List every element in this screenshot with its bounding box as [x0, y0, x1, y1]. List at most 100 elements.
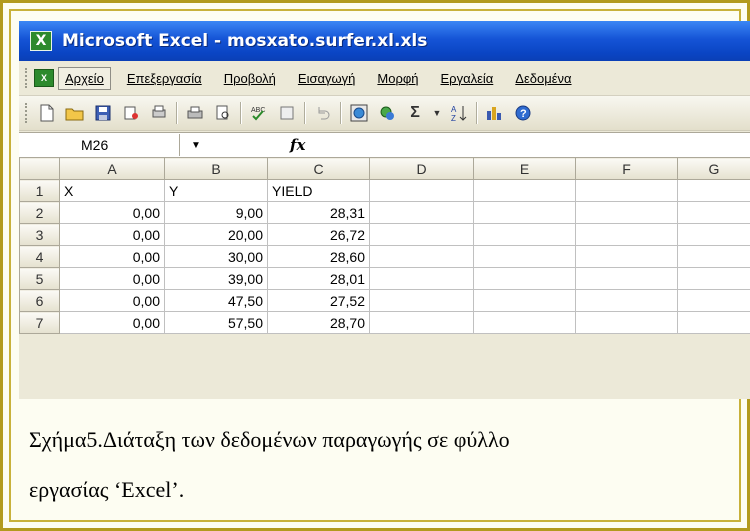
menu-data[interactable]: Δεδομένα: [509, 68, 577, 89]
chevron-down-icon[interactable]: ▼: [432, 102, 442, 124]
cell[interactable]: [677, 311, 750, 334]
cell[interactable]: 20,00: [164, 223, 268, 246]
column-header[interactable]: F: [575, 157, 678, 180]
column-header[interactable]: E: [473, 157, 576, 180]
cell[interactable]: 26,72: [267, 223, 370, 246]
print-preview-icon[interactable]: [148, 102, 170, 124]
cell[interactable]: [473, 289, 576, 312]
autosum-icon[interactable]: Σ: [404, 102, 426, 124]
cell[interactable]: 0,00: [59, 289, 165, 312]
row-header[interactable]: 1: [19, 179, 60, 202]
new-icon[interactable]: [36, 102, 58, 124]
undo-icon[interactable]: [312, 102, 334, 124]
cell[interactable]: 28,31: [267, 201, 370, 224]
row-header[interactable]: 7: [19, 311, 60, 334]
cell[interactable]: X: [59, 179, 165, 202]
cell[interactable]: [369, 245, 474, 268]
name-box[interactable]: M26 ▼: [19, 134, 201, 156]
column-header[interactable]: D: [369, 157, 474, 180]
cell[interactable]: [575, 267, 678, 290]
cell[interactable]: 28,70: [267, 311, 370, 334]
chevron-down-icon[interactable]: ▼: [191, 140, 201, 151]
hyperlink-icon[interactable]: [348, 102, 370, 124]
figure-caption: Σχήμα5.Διάταξη των δεδομένων παραγωγής σ…: [29, 415, 744, 515]
fx-icon[interactable]: fx: [290, 136, 305, 154]
menu-insert[interactable]: Εισαγωγή: [292, 68, 361, 89]
cell[interactable]: [369, 311, 474, 334]
cell[interactable]: 0,00: [59, 223, 165, 246]
window-title: Microsoft Excel - mosxato.surfer.xl.xls: [62, 31, 428, 51]
cell[interactable]: 0,00: [59, 245, 165, 268]
permission-icon[interactable]: [120, 102, 142, 124]
spelling-icon[interactable]: ABC: [248, 102, 270, 124]
cell[interactable]: [369, 267, 474, 290]
cell[interactable]: [575, 179, 678, 202]
cell[interactable]: [677, 201, 750, 224]
cell[interactable]: Y: [164, 179, 268, 202]
toolbar-grip[interactable]: [25, 103, 30, 123]
row-header[interactable]: 6: [19, 289, 60, 312]
preview-icon[interactable]: [212, 102, 234, 124]
cell[interactable]: [473, 267, 576, 290]
menu-view[interactable]: Προβολή: [218, 68, 282, 89]
print-icon[interactable]: [184, 102, 206, 124]
sort-icon[interactable]: AZ: [448, 102, 470, 124]
column-header[interactable]: C: [267, 157, 370, 180]
menu-edit[interactable]: Επεξεργασία: [121, 68, 208, 89]
cell[interactable]: [575, 201, 678, 224]
cell[interactable]: [677, 267, 750, 290]
cell[interactable]: 28,60: [267, 245, 370, 268]
cell[interactable]: 0,00: [59, 311, 165, 334]
table-row: 4 0,00 30,00 28,60: [19, 245, 750, 268]
cell[interactable]: [575, 311, 678, 334]
row-header[interactable]: 2: [19, 201, 60, 224]
cell[interactable]: [677, 179, 750, 202]
caption-line-1: Σχήμα5.Διάταξη των δεδομένων παραγωγής σ…: [29, 427, 510, 452]
menu-tools[interactable]: Εργαλεία: [435, 68, 500, 89]
workbook-icon[interactable]: X: [34, 69, 54, 87]
cell[interactable]: [575, 289, 678, 312]
cell[interactable]: 0,00: [59, 267, 165, 290]
cell[interactable]: 28,01: [267, 267, 370, 290]
cell[interactable]: YIELD: [267, 179, 370, 202]
cell[interactable]: 0,00: [59, 201, 165, 224]
cell[interactable]: [473, 245, 576, 268]
cell[interactable]: [369, 179, 474, 202]
row-header[interactable]: 4: [19, 245, 60, 268]
row-header[interactable]: 3: [19, 223, 60, 246]
save-icon[interactable]: [92, 102, 114, 124]
cell[interactable]: [575, 223, 678, 246]
cell[interactable]: [473, 179, 576, 202]
cell[interactable]: 30,00: [164, 245, 268, 268]
cell[interactable]: 47,50: [164, 289, 268, 312]
cell[interactable]: [473, 311, 576, 334]
cell[interactable]: 39,00: [164, 267, 268, 290]
cell[interactable]: 57,50: [164, 311, 268, 334]
menu-file[interactable]: Αρχείο: [58, 66, 111, 90]
toolbar-grip[interactable]: [25, 68, 30, 88]
chart-icon[interactable]: [484, 102, 506, 124]
open-icon[interactable]: [64, 102, 86, 124]
table-row: 6 0,00 47,50 27,52: [19, 289, 750, 312]
column-header[interactable]: G: [677, 157, 750, 180]
cell[interactable]: 9,00: [164, 201, 268, 224]
menu-format[interactable]: Μορφή: [371, 68, 424, 89]
cell[interactable]: [369, 289, 474, 312]
research-icon[interactable]: [276, 102, 298, 124]
cell[interactable]: [677, 223, 750, 246]
cell[interactable]: [369, 223, 474, 246]
cell[interactable]: [677, 245, 750, 268]
cell[interactable]: [473, 223, 576, 246]
select-all-corner[interactable]: [19, 157, 60, 180]
help-icon[interactable]: ?: [512, 102, 534, 124]
cell[interactable]: [575, 245, 678, 268]
cell[interactable]: [677, 289, 750, 312]
column-header[interactable]: A: [59, 157, 165, 180]
cell[interactable]: 27,52: [267, 289, 370, 312]
research-icon[interactable]: [376, 102, 398, 124]
cell[interactable]: [369, 201, 474, 224]
toolbar-separator: [304, 102, 306, 124]
row-header[interactable]: 5: [19, 267, 60, 290]
column-header[interactable]: B: [164, 157, 268, 180]
cell[interactable]: [473, 201, 576, 224]
